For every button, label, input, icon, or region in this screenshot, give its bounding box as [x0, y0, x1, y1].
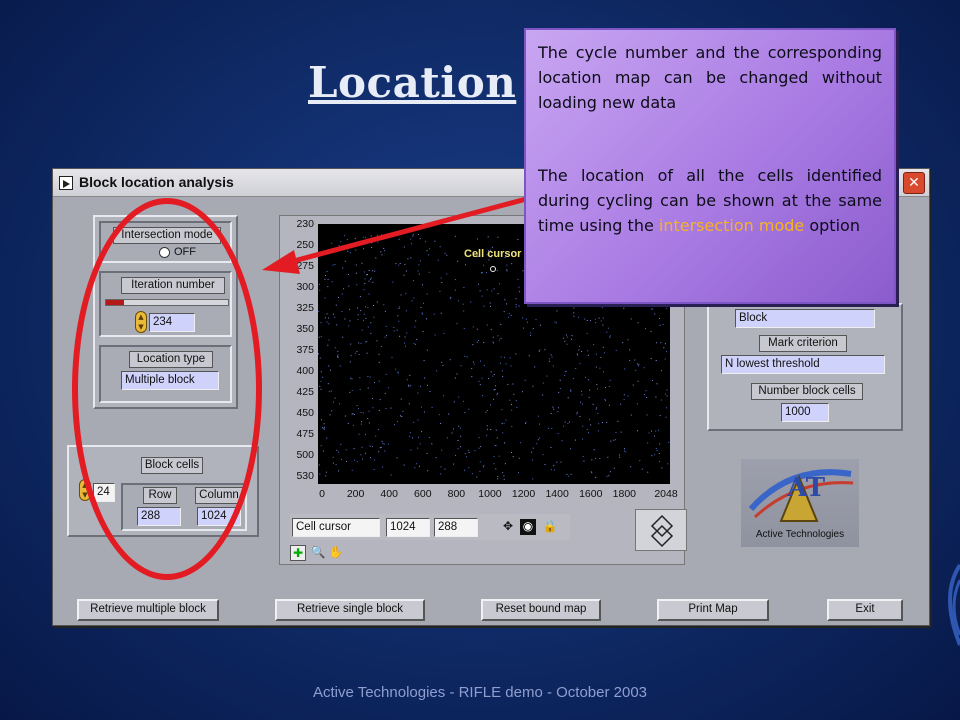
info-callout: The cycle number and the corresponding l… — [524, 28, 896, 304]
slide-footer: Active Technologies - RIFLE demo - Octob… — [312, 684, 648, 701]
callout-paragraph-1: The cycle number and the corresponding l… — [538, 43, 882, 112]
callout-highlight: intersection mode — [658, 216, 805, 235]
callout-paragraph-2: The location of all the cells identified… — [538, 163, 882, 238]
callout-text-after: option — [809, 216, 860, 235]
